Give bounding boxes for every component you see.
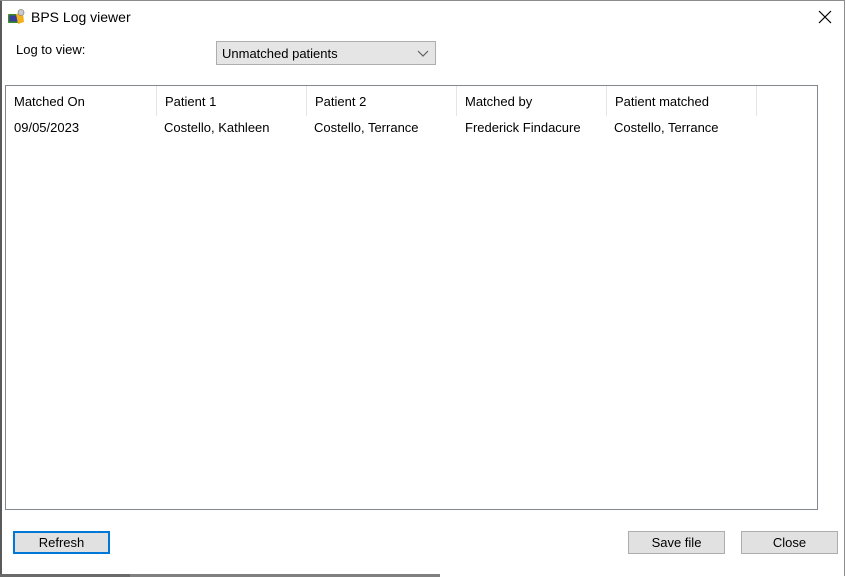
title-bar: BPS Log viewer <box>0 1 845 33</box>
cell-patient-1: Costello, Kathleen <box>164 120 270 135</box>
log-type-dropdown[interactable]: Unmatched patients <box>216 41 436 65</box>
table-row[interactable]: 09/05/2023 Costello, Kathleen Costello, … <box>6 118 817 138</box>
cell-patient-matched: Costello, Terrance <box>614 120 719 135</box>
column-header-patient-1[interactable]: Patient 1 <box>157 86 307 116</box>
close-window-button[interactable] <box>805 1 845 33</box>
close-icon <box>818 10 832 24</box>
chevron-down-icon <box>417 50 429 57</box>
cell-matched-by: Frederick Findacure <box>465 120 581 135</box>
close-button[interactable]: Close <box>741 531 838 554</box>
column-header-matched-by[interactable]: Matched by <box>457 86 607 116</box>
save-file-button[interactable]: Save file <box>628 531 725 554</box>
log-viewer-window: BPS Log viewer Log to view: Unmatched pa… <box>0 0 845 577</box>
list-header: Matched On Patient 1 Patient 2 Matched b… <box>6 86 817 116</box>
log-type-selected: Unmatched patients <box>222 46 338 61</box>
column-header-patient-2[interactable]: Patient 2 <box>307 86 457 116</box>
column-header-patient-matched[interactable]: Patient matched <box>607 86 757 116</box>
window-edge <box>0 1 2 577</box>
log-to-view-label: Log to view: <box>16 42 86 57</box>
column-header-matched-on[interactable]: Matched On <box>6 86 157 116</box>
window-title: BPS Log viewer <box>31 9 131 25</box>
log-list-view[interactable]: Matched On Patient 1 Patient 2 Matched b… <box>5 85 818 510</box>
bps-app-icon <box>7 9 25 25</box>
cell-matched-on: 09/05/2023 <box>14 120 80 135</box>
cell-patient-2: Costello, Terrance <box>314 120 419 135</box>
refresh-button[interactable]: Refresh <box>13 531 110 554</box>
